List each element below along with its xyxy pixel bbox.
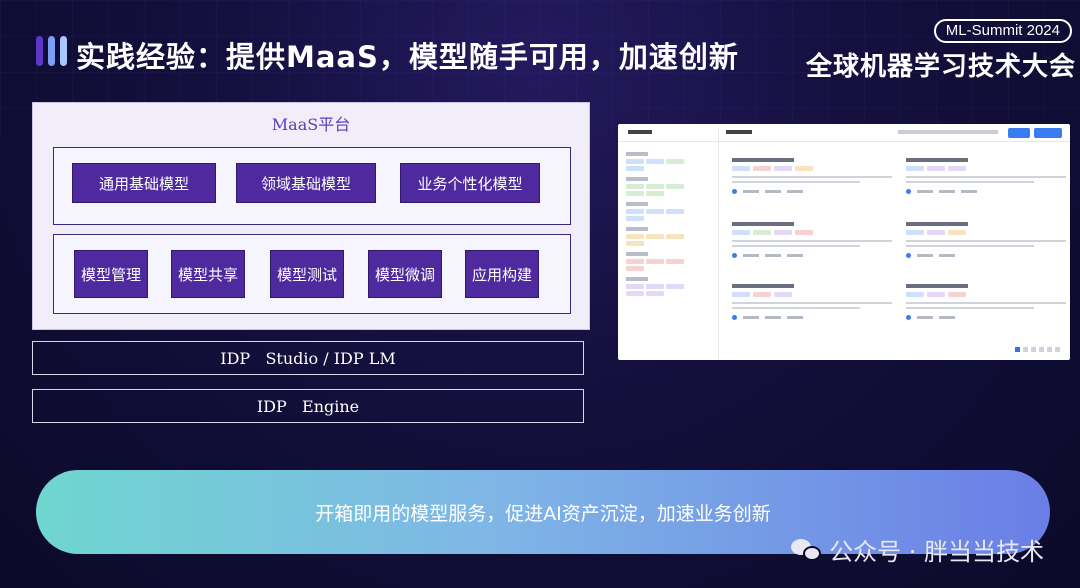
function-chip: 模型共享 bbox=[171, 250, 245, 298]
screenshot-header bbox=[618, 124, 1070, 142]
idp-engine-layer: IDP Engine bbox=[32, 389, 584, 423]
function-chip: 模型微调 bbox=[368, 250, 442, 298]
watermark: 公众号 · 胖当当技术 bbox=[791, 532, 1044, 567]
banner-text: 开箱即用的模型服务，促进AI资产沉淀，加速业务创新 bbox=[315, 502, 771, 525]
title-accent-bars-icon bbox=[36, 36, 67, 66]
event-badge: ML-Summit 2024 bbox=[933, 19, 1072, 43]
model-chip: 领域基础模型 bbox=[236, 163, 376, 203]
wechat-icon bbox=[791, 537, 823, 563]
model-card bbox=[906, 158, 1066, 210]
model-card bbox=[732, 158, 892, 210]
platform-title: MaaS平台 bbox=[271, 115, 351, 134]
watermark-text: 公众号 · 胖当当技术 bbox=[829, 538, 1044, 566]
idp-studio-layer: IDP Studio / IDP LM bbox=[32, 341, 584, 375]
function-row: 模型管理 模型共享 模型测试 模型微调 应用构建 bbox=[53, 234, 571, 314]
function-chip: 模型测试 bbox=[270, 250, 344, 298]
model-card bbox=[906, 222, 1066, 274]
slide-title: 实践经验：提供MaaS，模型随手可用，加速创新 bbox=[76, 40, 739, 74]
screenshot-pagination bbox=[1015, 347, 1060, 352]
model-row: 通用基础模型 领域基础模型 业务个性化模型 bbox=[53, 147, 571, 225]
model-card bbox=[732, 284, 892, 336]
model-chip: 通用基础模型 bbox=[72, 163, 216, 203]
maas-platform-panel: MaaS平台 通用基础模型 领域基础模型 业务个性化模型 模型管理 模型共享 模… bbox=[32, 102, 590, 330]
function-chip: 模型管理 bbox=[74, 250, 148, 298]
model-card bbox=[906, 284, 1066, 336]
model-chip: 业务个性化模型 bbox=[400, 163, 540, 203]
conference-name: 全球机器学习技术大会 bbox=[805, 52, 1076, 82]
screenshot-sidebar bbox=[626, 146, 702, 354]
function-chip: 应用构建 bbox=[465, 250, 539, 298]
model-list-screenshot bbox=[618, 124, 1070, 360]
model-card bbox=[732, 222, 892, 274]
